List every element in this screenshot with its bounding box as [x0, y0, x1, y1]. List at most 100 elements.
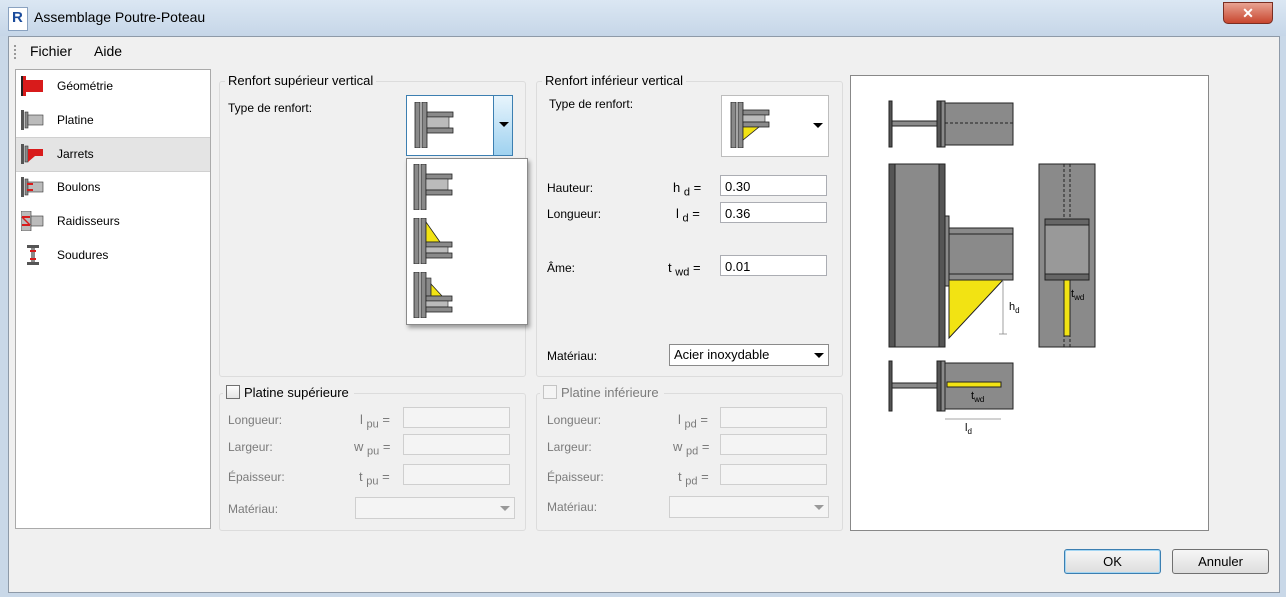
window-title: Assemblage Poutre-Poteau	[34, 9, 206, 25]
symbol-subscript: pu	[366, 475, 379, 488]
platine-inf-materiau-label: Matériau:	[547, 500, 598, 514]
symbol-subscript: pu	[366, 418, 379, 431]
platine-sup-title: Platine supérieure	[244, 385, 349, 400]
hauteur-input[interactable]: 0.30	[720, 175, 827, 196]
sidebar-item-label: Géométrie	[57, 79, 114, 93]
renfort-sup-type-combo[interactable]	[406, 95, 513, 156]
renfort-inf-type-combo[interactable]	[721, 95, 829, 157]
symbol-subscript: pu	[367, 445, 380, 458]
revit-app-icon[interactable]: R	[8, 7, 28, 31]
equals-sign: =	[701, 469, 709, 484]
ok-button[interactable]: OK	[1064, 549, 1161, 574]
longueur-label: Longueur:	[547, 207, 602, 221]
hauteur-label: Hauteur:	[547, 181, 594, 195]
platine-inf-epaisseur-input[interactable]	[720, 464, 827, 485]
ame-input[interactable]: 0.01	[720, 255, 827, 276]
platine-sup-materiau-label: Matériau:	[228, 502, 279, 516]
sidebar-item-label: Boulons	[57, 180, 101, 194]
longueur-symbol: l d =	[676, 206, 700, 225]
welds-icon	[27, 245, 39, 265]
cancel-button[interactable]: Annuler	[1172, 549, 1269, 574]
materiau-select[interactable]: Acier inoxydable	[669, 344, 829, 366]
platine-sup-largeur-input[interactable]	[403, 434, 510, 455]
equals-sign: =	[382, 469, 390, 484]
equals-sign: =	[692, 260, 701, 275]
sidebar-item-geometrie[interactable]: Géométrie	[16, 70, 210, 103]
platine-inf-epaisseur-label: Épaisseur:	[547, 470, 604, 484]
sidebar-item-raidisseurs[interactable]: Raidisseurs	[16, 205, 210, 238]
stiffeners-icon	[21, 211, 44, 231]
platine-sup-epaisseur-input[interactable]	[403, 464, 510, 485]
symbol-subscript: pd	[685, 475, 698, 488]
equals-sign: =	[701, 439, 710, 454]
menu-grip	[14, 45, 18, 59]
symbol-subscript: pd	[686, 445, 699, 458]
connection-drawing: hd twd twd ld	[888, 100, 1096, 436]
platine-sup-materiau-select[interactable]	[355, 497, 515, 519]
title-bar: R Assemblage Poutre-Poteau ✕	[0, 0, 1286, 36]
t-subscript: wd	[1073, 293, 1084, 302]
materiau-label: Matériau:	[547, 349, 598, 363]
equals-sign: =	[692, 206, 700, 221]
platine-sup-longueur-label: Longueur:	[228, 413, 283, 427]
chevron-down-icon	[814, 353, 824, 358]
sidebar-item-label: Platine	[57, 113, 94, 127]
symbol-letter: t	[668, 260, 672, 275]
platine-inf-largeur-input[interactable]	[720, 434, 827, 455]
hauteur-symbol: h d =	[673, 180, 701, 199]
sidebar-item-platine[interactable]: Platine	[16, 104, 210, 137]
platine-sup-longueur-input[interactable]	[403, 407, 510, 428]
platine-sup-largeur-symbol: w pu =	[354, 439, 390, 458]
platine-sup-header: Platine supérieure	[223, 385, 354, 400]
top-view	[888, 100, 1014, 148]
connection-preview: hd twd twd ld	[850, 75, 1209, 531]
option-top-haunch-icon[interactable]	[412, 218, 462, 264]
app-icon-letter: R	[12, 9, 23, 26]
platine-sup-longueur-symbol: l pu =	[360, 412, 390, 431]
sidebar-item-label: Soudures	[57, 248, 109, 262]
platine-inf-epaisseur-symbol: t pd =	[678, 469, 709, 488]
renfort-superieur-title: Renfort supérieur vertical	[225, 73, 377, 88]
option-no-haunch-icon[interactable]	[412, 164, 462, 210]
platine-inf-longueur-label: Longueur:	[547, 413, 602, 427]
platine-sup-checkbox[interactable]	[226, 385, 240, 399]
platine-inf-header: Platine inférieure	[540, 385, 664, 400]
platine-inf-checkbox[interactable]	[543, 385, 557, 399]
symbol-letter: h	[673, 180, 681, 195]
bolts-icon	[21, 177, 44, 197]
dropdown-button[interactable]	[493, 96, 512, 155]
chevron-down-icon	[500, 506, 510, 511]
symbol-letter: l	[676, 206, 679, 221]
equals-sign: =	[693, 180, 702, 195]
equals-sign: =	[382, 439, 391, 454]
symbol-letter: w	[354, 439, 364, 454]
no-haunch-joint-icon	[414, 102, 454, 148]
sidebar-item-label: Raidisseurs	[57, 214, 120, 228]
sidebar-item-soudures[interactable]: Soudures	[16, 239, 210, 272]
menu-aide[interactable]: Aide	[94, 43, 122, 59]
dialog: Fichier Aide Géométrie Platine Jarrets B…	[8, 36, 1280, 593]
materiau-value: Acier inoxydable	[674, 347, 770, 362]
plate-icon	[21, 110, 44, 130]
sidebar-item-jarrets[interactable]: Jarrets	[16, 137, 210, 172]
l-subscript: d	[967, 427, 971, 436]
geometry-icon	[21, 76, 43, 96]
h-subscript: d	[1015, 306, 1019, 315]
platine-sup-epaisseur-symbol: t pu =	[359, 469, 390, 488]
longueur-input[interactable]: 0.36	[720, 202, 827, 223]
chevron-down-icon	[499, 122, 509, 127]
symbol-letter: l	[678, 412, 681, 427]
platine-inf-longueur-input[interactable]	[720, 407, 827, 428]
platine-inf-materiau-select[interactable]	[669, 496, 829, 518]
equals-sign: =	[700, 412, 708, 427]
t-subscript: wd	[973, 395, 984, 404]
side-view	[1038, 163, 1096, 348]
symbol-subscript: wd	[675, 266, 690, 279]
option-top-haunch-alt-icon[interactable]	[412, 272, 462, 318]
symbol-subscript: d	[682, 212, 689, 225]
close-button[interactable]: ✕	[1223, 2, 1273, 24]
menu-fichier[interactable]: Fichier	[30, 43, 72, 59]
sidebar-item-boulons[interactable]: Boulons	[16, 171, 210, 204]
sidebar-item-label: Jarrets	[57, 147, 94, 161]
platine-sup-largeur-label: Largeur:	[228, 440, 273, 454]
